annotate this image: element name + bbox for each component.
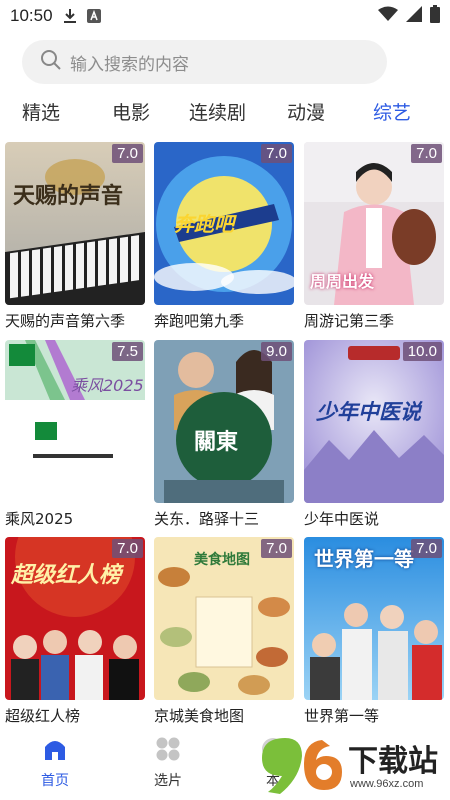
download-icon <box>63 8 77 24</box>
card-title: 超级红人榜 <box>5 707 81 725</box>
nav-home-label: 首页 <box>41 773 69 789</box>
tab-movies[interactable]: 电影 <box>112 96 150 130</box>
poster-thumbnail[interactable]: 美食地图 7.0 <box>154 537 294 700</box>
card-title: 关东．路驿十三 <box>154 510 260 528</box>
card-item[interactable]: 乘风2025 7.5 乘风2025 <box>5 340 145 528</box>
watermark-logo: 下载站 www.96xz.com <box>250 730 450 800</box>
card-item[interactable]: 天赐的声音 7.0 天赐的声音第六季 <box>5 142 145 330</box>
rating-badge: 7.5 <box>112 342 143 361</box>
poster-text: 天赐的声音 <box>13 183 124 209</box>
poster-text: 少年中医说 <box>316 400 421 424</box>
poster-text: 超级红人榜 <box>11 563 122 588</box>
search-bar[interactable]: 输入搜索的内容 <box>22 40 387 84</box>
watermark-url: www.96xz.com <box>350 778 424 790</box>
rating-badge: 7.0 <box>411 144 442 163</box>
rating-badge: 7.0 <box>112 144 143 163</box>
nav-picks[interactable]: 选片 <box>133 736 203 790</box>
poster-thumbnail[interactable]: 乘风2025 7.5 <box>5 340 145 503</box>
poster-thumbnail[interactable]: 奔跑吧 7.0 <box>154 142 294 305</box>
rating-badge: 7.0 <box>261 539 292 558</box>
status-bar: 10:50 <box>0 0 450 32</box>
rating-badge: 7.0 <box>261 144 292 163</box>
rating-badge: 7.0 <box>411 539 442 558</box>
poster-thumbnail[interactable]: 關東 9.0 <box>154 340 294 503</box>
poster-thumbnail[interactable]: 周周出发 7.0 <box>304 142 444 305</box>
poster-text: 關東 <box>194 430 239 455</box>
card-title: 京城美食地图 <box>154 707 245 725</box>
search-icon <box>40 49 62 75</box>
card-item[interactable]: 世界第一等 7.0 世界第一等 <box>304 537 444 725</box>
card-item[interactable]: 超级红人榜 7.0 超级红人榜 <box>5 537 145 725</box>
rating-badge: 9.0 <box>261 342 292 361</box>
category-tabs: 精选 电影 连续剧 动漫 综艺 <box>0 96 450 130</box>
a-notification-icon <box>86 9 101 23</box>
tab-series[interactable]: 连续剧 <box>189 96 246 130</box>
card-title: 周游记第三季 <box>304 312 395 330</box>
battery-icon <box>430 5 440 27</box>
poster-text: 美食地图 <box>194 552 250 568</box>
card-title: 少年中医说 <box>304 510 380 528</box>
poster-text: 乘风2025 <box>71 376 144 395</box>
card-title: 天赐的声音第六季 <box>5 312 126 330</box>
signal-icon <box>406 6 422 26</box>
status-time: 10:50 <box>10 6 53 25</box>
rating-badge: 7.0 <box>112 539 143 558</box>
card-item[interactable]: 美食地图 7.0 京城美食地图 <box>154 537 294 725</box>
nav-picks-label: 选片 <box>154 773 182 789</box>
poster-thumbnail[interactable]: 少年中医说 10.0 <box>304 340 444 503</box>
card-title: 乘风2025 <box>5 510 74 528</box>
card-item[interactable]: 奔跑吧 7.0 奔跑吧第九季 <box>154 142 294 330</box>
tab-featured[interactable]: 精选 <box>22 96 60 130</box>
tab-anime[interactable]: 动漫 <box>287 96 325 130</box>
search-placeholder: 输入搜索的内容 <box>70 54 189 75</box>
grid-icon <box>155 737 181 766</box>
rating-badge: 10.0 <box>402 342 442 361</box>
card-item[interactable]: 關東 9.0 关东．路驿十三 <box>154 340 294 528</box>
poster-thumbnail[interactable]: 超级红人榜 7.0 <box>5 537 145 700</box>
card-title: 奔跑吧第九季 <box>154 312 245 330</box>
tab-variety[interactable]: 综艺 <box>373 96 411 130</box>
watermark-text: 下载站 <box>348 744 438 779</box>
wifi-icon <box>378 6 398 26</box>
poster-text: 周周出发 <box>310 272 375 291</box>
home-icon <box>42 741 68 766</box>
card-item[interactable]: 周周出发 7.0 周游记第三季 <box>304 142 444 330</box>
nav-home[interactable]: 首页 <box>20 736 90 790</box>
poster-thumbnail[interactable]: 天赐的声音 7.0 <box>5 142 145 305</box>
poster-text: 奔跑吧 <box>174 212 234 236</box>
poster-thumbnail[interactable]: 世界第一等 7.0 <box>304 537 444 700</box>
poster-text: 世界第一等 <box>314 547 414 571</box>
card-title: 世界第一等 <box>304 707 380 725</box>
card-item[interactable]: 少年中医说 10.0 少年中医说 <box>304 340 444 528</box>
